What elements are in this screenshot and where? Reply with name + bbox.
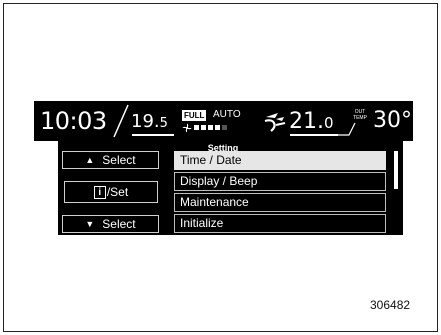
driver-temperature-decimal: 5 xyxy=(159,116,168,131)
info-set-content: i /Set xyxy=(93,184,129,200)
passenger-temperature[interactable]: 21.0 xyxy=(289,109,334,136)
arrow-up-icon: ▲ xyxy=(85,155,95,165)
clock: 10:03 xyxy=(40,107,107,135)
list-item-display-beep[interactable]: Display / Beep xyxy=(174,172,386,191)
fan-level-5 xyxy=(222,125,227,130)
arrow-down-icon: ▼ xyxy=(85,219,95,229)
fan-level-1 xyxy=(194,125,199,130)
auto-label: AUTO xyxy=(213,109,241,120)
scrollbar[interactable] xyxy=(394,151,398,189)
full-badge: FULL xyxy=(182,110,207,121)
fan-level-3 xyxy=(208,125,213,130)
fan-level-4 xyxy=(215,125,220,130)
status-bar: 10:03 19.5 FULL AUTO 21.0 OUT TEMP 30°C xyxy=(34,101,413,141)
select-up-label: Select xyxy=(102,153,136,167)
set-label: /Set xyxy=(106,185,129,199)
setting-list: Time / Date Display / Beep Maintenance I… xyxy=(174,151,389,235)
airflow-mode-icon xyxy=(264,113,286,132)
fan-speed-indicator xyxy=(194,125,227,130)
list-item-maintenance[interactable]: Maintenance xyxy=(174,193,386,212)
info-icon: i xyxy=(93,185,106,199)
passenger-temperature-underline xyxy=(290,134,338,136)
info-set-button[interactable]: i /Set xyxy=(64,181,158,203)
list-item-initialize[interactable]: Initialize xyxy=(174,214,386,233)
outside-temperature: 30°C xyxy=(373,108,413,133)
driver-temperature-underline xyxy=(132,134,174,136)
fan-level-2 xyxy=(201,125,206,130)
select-down-button[interactable]: ▼ Select xyxy=(62,215,159,233)
fan-icon xyxy=(182,123,192,133)
passenger-temperature-whole: 21. xyxy=(289,109,324,134)
driver-temperature-whole: 19. xyxy=(131,111,160,132)
select-up-button[interactable]: ▲ Select xyxy=(62,151,159,169)
driver-temperature[interactable]: 19.5 xyxy=(131,111,168,135)
passenger-temperature-decimal: 0 xyxy=(324,114,334,132)
figure-number: 306482 xyxy=(370,298,411,312)
outside-temp-icon: OUT TEMP xyxy=(352,109,368,121)
divider-slash xyxy=(113,104,129,138)
list-item-time-date[interactable]: Time / Date xyxy=(174,151,386,170)
outside-temp-label-line2: TEMP xyxy=(353,115,367,121)
select-down-label: Select xyxy=(102,217,136,231)
